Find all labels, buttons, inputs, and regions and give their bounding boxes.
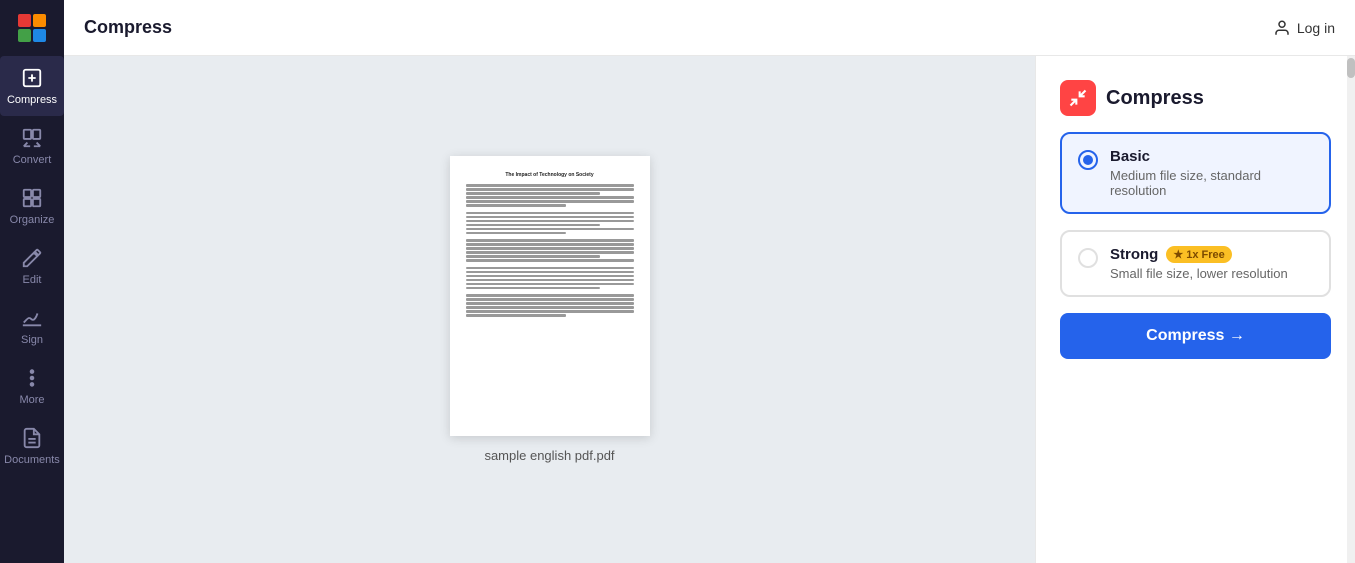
documents-icon: [20, 426, 44, 450]
radio-strong: [1078, 248, 1098, 268]
logo-cell-blue: [33, 29, 46, 42]
sidebar-item-edit[interactable]: Edit: [0, 236, 64, 296]
sign-label: Sign: [21, 334, 43, 346]
panel-compress-icon: [1060, 80, 1096, 116]
option-basic-title: Basic: [1110, 148, 1313, 165]
organize-icon: [20, 186, 44, 210]
right-panel: Compress Basic Medium file size, standar…: [1035, 56, 1355, 563]
page-title: Compress: [84, 17, 172, 38]
radio-basic: [1078, 150, 1098, 170]
edit-label: Edit: [23, 274, 42, 286]
sign-icon: [20, 306, 44, 330]
logo-cell-red: [18, 14, 31, 27]
pdf-doc-title: The Impact of Technology on Society: [466, 172, 634, 178]
content-area: The Impact of Technology on Society: [64, 56, 1355, 563]
sidebar-item-compress[interactable]: Compress: [0, 56, 64, 116]
compress-icon: [20, 66, 44, 90]
top-header: Compress Log in: [64, 0, 1355, 56]
more-icon: [20, 366, 44, 390]
convert-icon: [20, 126, 44, 150]
panel-title: Compress: [1106, 87, 1204, 110]
radio-basic-inner: [1083, 155, 1093, 165]
pdf-preview-area: The Impact of Technology on Society: [64, 56, 1035, 563]
convert-label: Convert: [13, 154, 52, 166]
free-badge: ★ 1x Free: [1166, 246, 1231, 263]
sidebar-item-documents[interactable]: Documents: [0, 416, 64, 476]
option-strong-desc: Small file size, lower resolution: [1110, 266, 1313, 281]
panel-header: Compress: [1060, 80, 1331, 116]
option-strong-content: Strong ★ 1x Free Small file size, lower …: [1110, 246, 1313, 281]
main-area: Compress Log in The Impact of Technology…: [64, 0, 1355, 563]
scrollbar-track[interactable]: [1347, 56, 1355, 563]
option-card-basic[interactable]: Basic Medium file size, standard resolut…: [1060, 132, 1331, 214]
logo-cell-orange: [33, 14, 46, 27]
app-logo: [0, 0, 64, 56]
edit-icon: [20, 246, 44, 270]
compress-button-label: Compress →: [1146, 327, 1245, 345]
scrollbar-thumb[interactable]: [1347, 58, 1355, 78]
sidebar-item-sign[interactable]: Sign: [0, 296, 64, 356]
sidebar-item-organize[interactable]: Organize: [0, 176, 64, 236]
compress-label: Compress: [7, 94, 57, 106]
sidebar: Compress Convert: [0, 0, 64, 563]
documents-label: Documents: [4, 454, 60, 466]
option-basic-content: Basic Medium file size, standard resolut…: [1110, 148, 1313, 198]
pdf-document: The Impact of Technology on Society: [450, 156, 650, 436]
logo-cell-green: [18, 29, 31, 42]
pdf-filename: sample english pdf.pdf: [484, 448, 614, 463]
option-card-strong[interactable]: Strong ★ 1x Free Small file size, lower …: [1060, 230, 1331, 297]
sidebar-item-convert[interactable]: Convert: [0, 116, 64, 176]
organize-label: Organize: [10, 214, 55, 226]
more-label: More: [19, 394, 44, 406]
login-label: Log in: [1297, 20, 1335, 36]
option-strong-title: Strong ★ 1x Free: [1110, 246, 1313, 263]
login-button[interactable]: Log in: [1273, 19, 1335, 37]
user-icon: [1273, 19, 1291, 37]
compress-button[interactable]: Compress →: [1060, 313, 1331, 359]
content-wrapper: The Impact of Technology on Society: [64, 56, 1355, 563]
sidebar-item-more[interactable]: More: [0, 356, 64, 416]
option-basic-desc: Medium file size, standard resolution: [1110, 168, 1313, 198]
logo-grid: [18, 14, 46, 42]
